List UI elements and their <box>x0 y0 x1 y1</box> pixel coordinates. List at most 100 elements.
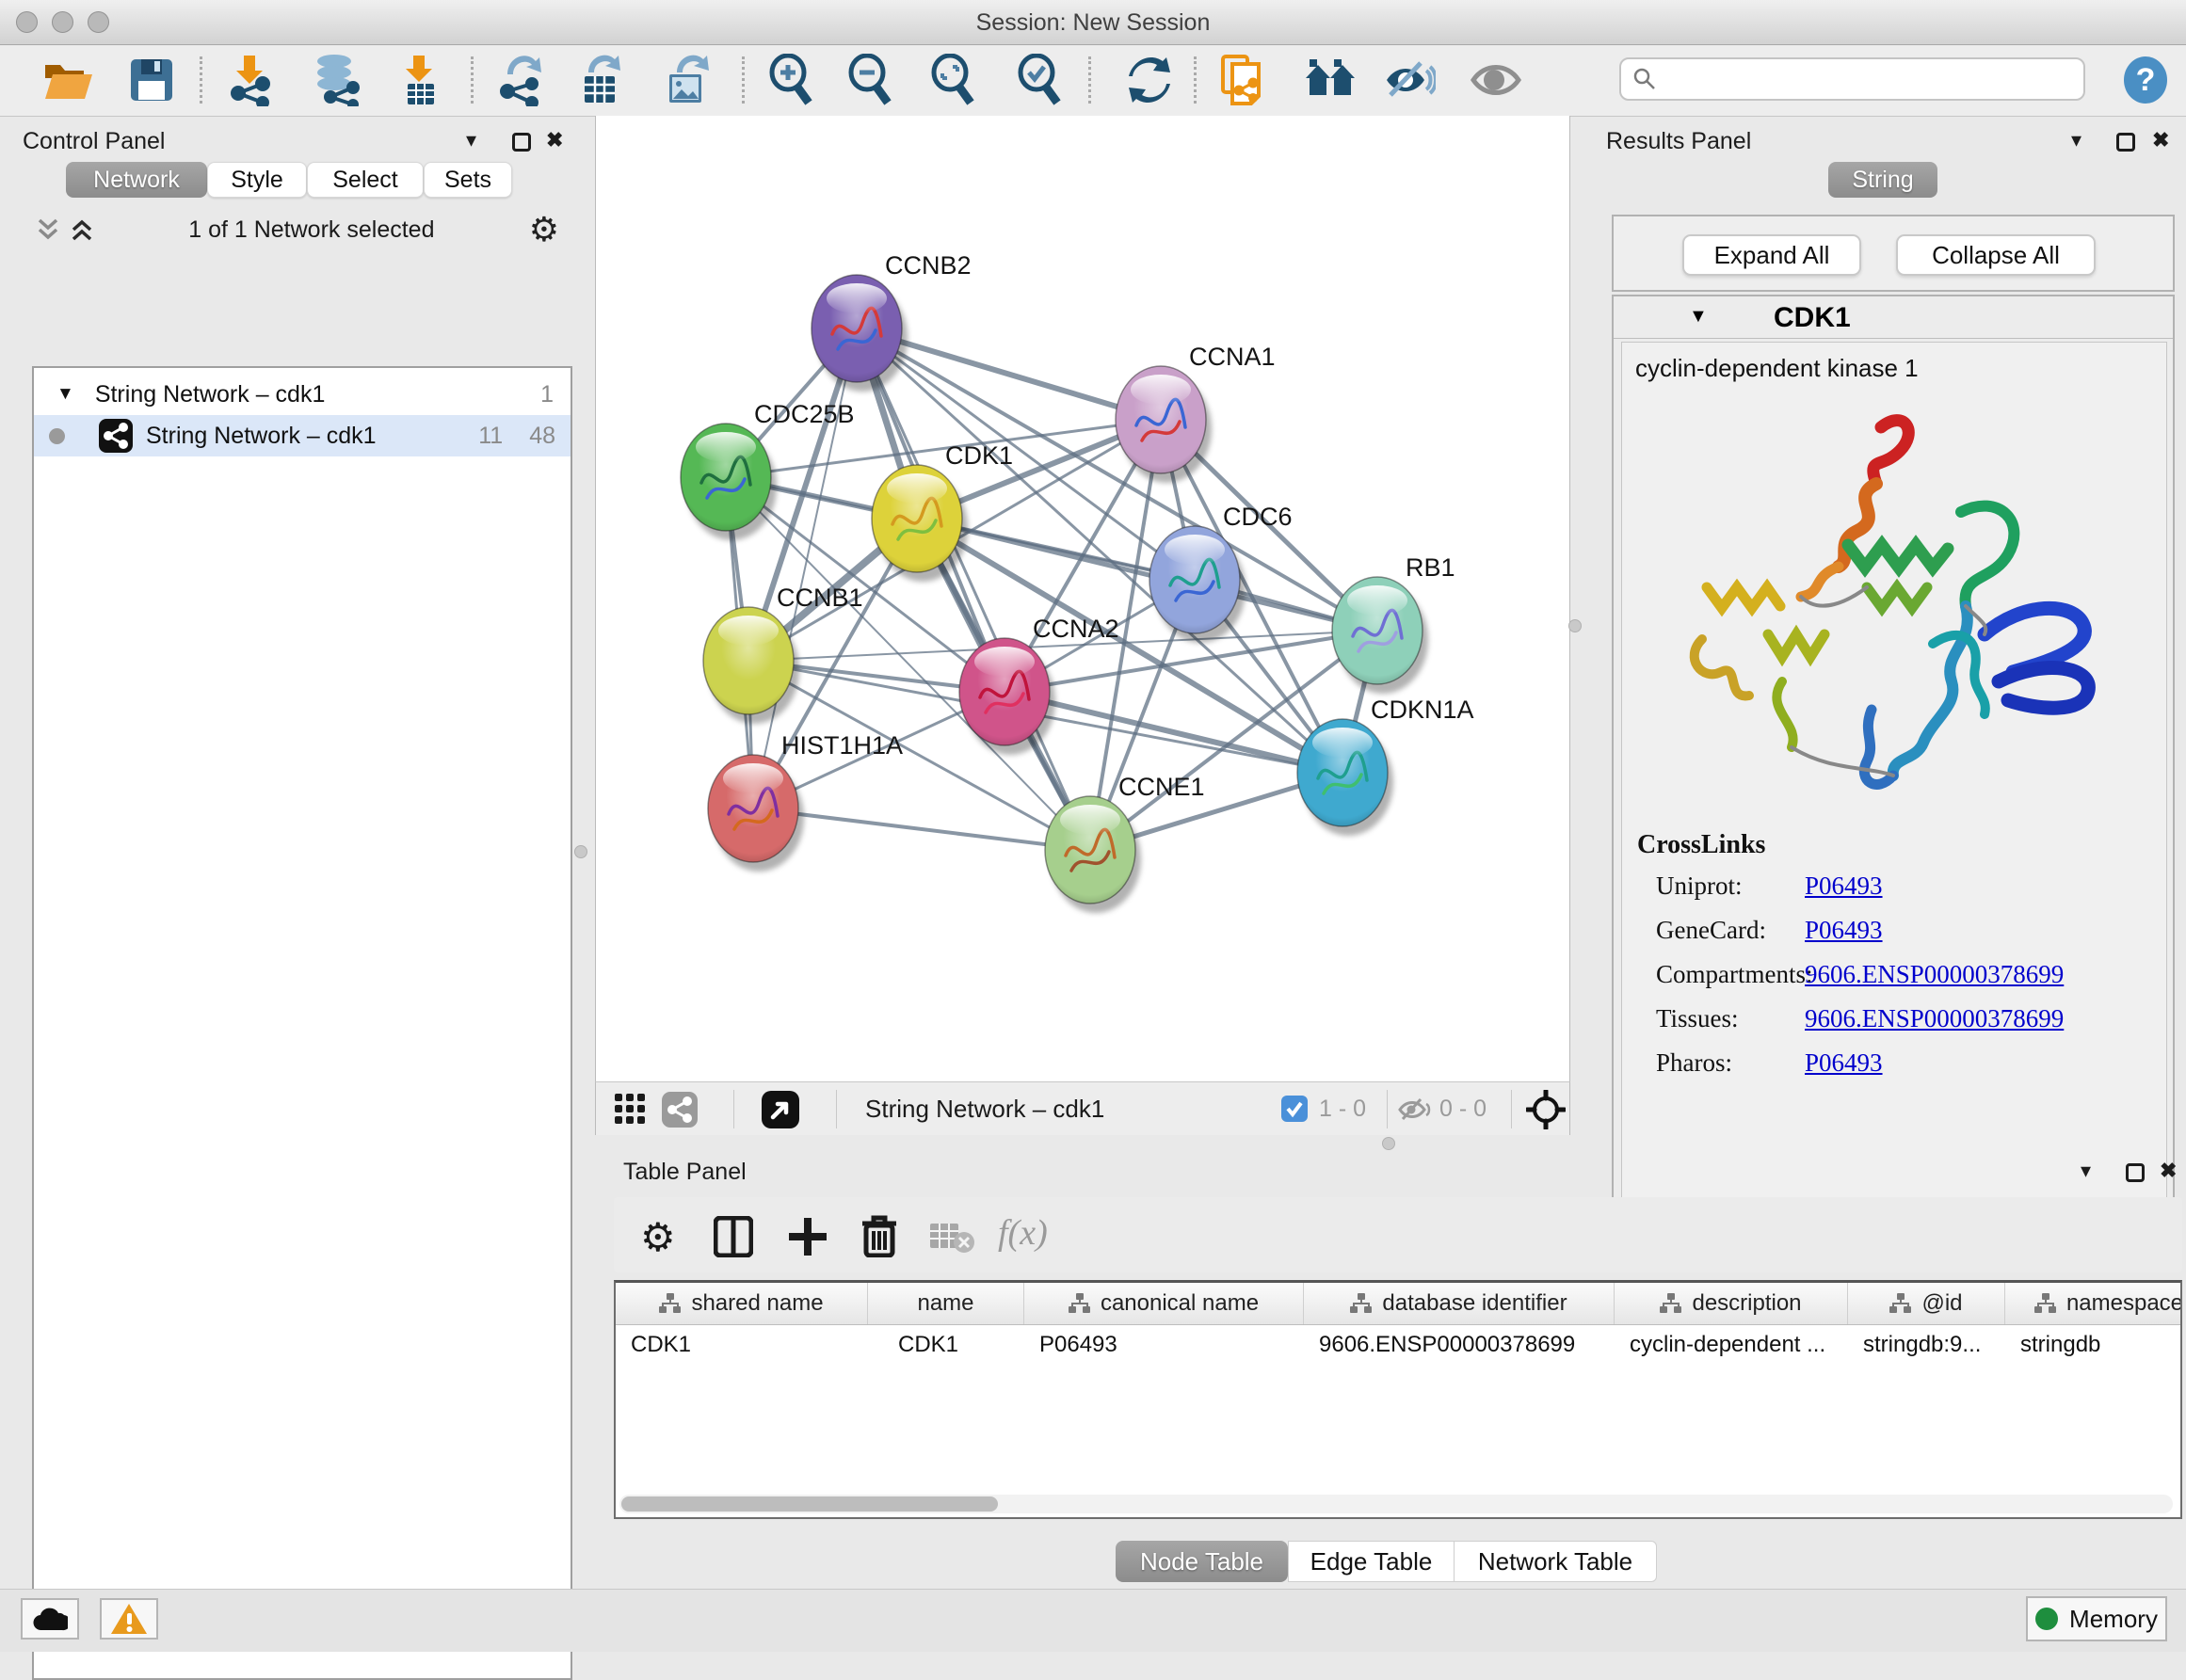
network-node-CDK1[interactable] <box>872 465 968 582</box>
eye-icon[interactable] <box>1469 53 1523 107</box>
tab-node-table[interactable]: Node Table <box>1116 1541 1288 1582</box>
tab-select[interactable]: Select <box>307 162 424 198</box>
zoom-fit-icon[interactable] <box>926 53 981 107</box>
export-image-icon[interactable] <box>659 53 714 107</box>
right-splitter-handle[interactable] <box>1568 619 1582 632</box>
show-columns-icon[interactable] <box>714 1216 753 1262</box>
network-node-CCNA2[interactable] <box>959 638 1055 755</box>
hide-unhide-icon[interactable] <box>1382 53 1437 107</box>
network-collection-row[interactable]: ▼ String Network – cdk1 1 <box>34 374 571 415</box>
column-header[interactable]: canonical name <box>1024 1283 1304 1324</box>
control-panel-collapse-icon[interactable]: ▾ <box>466 128 476 152</box>
results-panel-collapse-icon[interactable]: ▾ <box>2071 128 2082 152</box>
collapse-all-icon[interactable] <box>36 217 60 242</box>
table-panel-collapse-icon[interactable]: ▾ <box>2081 1159 2091 1183</box>
search-box[interactable] <box>1619 57 2085 101</box>
tab-string[interactable]: String <box>1828 162 1937 198</box>
selected-checkbox-icon[interactable] <box>1281 1096 1308 1127</box>
toolbar-separator <box>1088 56 1091 104</box>
help-icon[interactable]: ? <box>2118 53 2173 107</box>
network-node-CCNA1[interactable] <box>1116 366 1212 483</box>
network-node-CDKN1A[interactable] <box>1297 719 1393 836</box>
tab-sets[interactable]: Sets <box>424 162 512 198</box>
left-splitter-handle[interactable] <box>574 845 587 858</box>
table-panel-close-icon[interactable]: ✖ <box>2160 1159 2177 1183</box>
export-network-icon[interactable] <box>493 53 548 107</box>
table-settings-gear-icon[interactable]: ⚙ <box>640 1214 676 1260</box>
delete-column-trash-icon[interactable] <box>860 1214 898 1262</box>
tab-style[interactable]: Style <box>207 162 307 198</box>
export-table-icon[interactable] <box>572 53 627 107</box>
crosslink-value[interactable]: P06493 <box>1805 916 1883 960</box>
cell-namespace[interactable]: stringdb <box>2005 1325 2182 1365</box>
control-panel-close-icon[interactable]: ✖ <box>546 128 563 152</box>
node-result-header[interactable]: ▼ CDK1 <box>1614 296 2173 339</box>
expand-all-button[interactable]: Expand All <box>1682 234 1861 276</box>
search-input[interactable] <box>1657 65 2056 93</box>
tab-network-table[interactable]: Network Table <box>1455 1541 1657 1582</box>
network-edge[interactable] <box>857 328 1090 850</box>
table-scrollbar-thumb[interactable] <box>621 1496 998 1512</box>
column-header[interactable]: shared name <box>616 1283 868 1324</box>
string-view-icon[interactable] <box>662 1092 698 1132</box>
control-panel-float-icon[interactable] <box>512 133 531 152</box>
navigator-icon[interactable] <box>762 1091 799 1133</box>
save-session-icon[interactable] <box>124 53 179 107</box>
network-node-CCNB2[interactable] <box>812 275 908 392</box>
memory-button[interactable]: Memory <box>2026 1596 2167 1641</box>
add-column-icon[interactable] <box>787 1216 828 1262</box>
protein-structure-image[interactable] <box>1650 399 2121 804</box>
expand-all-icon[interactable] <box>70 217 94 242</box>
crosslink-value[interactable]: P06493 <box>1805 872 1883 916</box>
grid-view-icon[interactable] <box>615 1094 647 1130</box>
import-network-from-database-icon[interactable] <box>309 53 363 107</box>
import-network-icon[interactable] <box>222 53 277 107</box>
results-panel-float-icon[interactable] <box>2116 133 2135 152</box>
cloud-button[interactable] <box>21 1598 79 1640</box>
zoom-in-icon[interactable] <box>764 53 819 107</box>
crosslink-value[interactable]: 9606.ENSP00000378699 <box>1805 960 2064 1004</box>
cell-name[interactable]: CDK1 <box>868 1325 1024 1365</box>
cell-database-identifier[interactable]: 9606.ENSP00000378699 <box>1304 1325 1615 1365</box>
results-panel-close-icon[interactable]: ✖ <box>2152 128 2169 152</box>
cell-canonical-name[interactable]: P06493 <box>1024 1325 1304 1365</box>
network-node-HIST1H1A[interactable] <box>708 755 804 872</box>
home-icon[interactable] <box>1303 53 1358 107</box>
refresh-icon[interactable] <box>1122 53 1177 107</box>
network-node-RB1[interactable] <box>1332 577 1428 694</box>
duplicate-network-icon[interactable] <box>1216 53 1271 107</box>
delete-table-icon[interactable] <box>930 1220 975 1258</box>
crosslink-value[interactable]: 9606.ENSP00000378699 <box>1805 1004 2064 1048</box>
crosshair-icon[interactable] <box>1526 1090 1566 1134</box>
zoom-selected-icon[interactable] <box>1013 53 1068 107</box>
table-panel-float-icon[interactable] <box>2126 1163 2145 1182</box>
network-node-CCNE1[interactable] <box>1045 796 1141 913</box>
cell-id[interactable]: stringdb:9... <box>1848 1325 2005 1365</box>
collapse-all-button[interactable]: Collapse All <box>1896 234 2096 276</box>
column-header[interactable]: description <box>1615 1283 1848 1324</box>
open-file-icon[interactable] <box>41 53 96 107</box>
crosslink-value[interactable]: P06493 <box>1805 1048 1883 1093</box>
column-header[interactable]: namespace <box>2005 1283 2182 1324</box>
function-builder-icon[interactable]: f(x) <box>998 1212 1048 1254</box>
network-canvas[interactable]: CCNB2CCNA1CDC25BCDK1CDC6RB1CCNB1CCNA2CDK… <box>595 116 1570 1081</box>
network-row-selected[interactable]: String Network – cdk1 11 48 <box>34 415 571 456</box>
network-node-CCNB1[interactable] <box>703 607 799 724</box>
network-options-gear-icon[interactable]: ⚙ <box>529 210 559 249</box>
result-collapse-icon[interactable]: ▼ <box>1689 306 1708 328</box>
warnings-button[interactable] <box>100 1598 158 1640</box>
import-table-icon[interactable] <box>392 53 446 107</box>
hidden-eye-icon[interactable] <box>1398 1096 1432 1128</box>
network-edge[interactable] <box>917 519 1377 631</box>
zoom-out-icon[interactable] <box>844 53 898 107</box>
column-header[interactable]: database identifier <box>1304 1283 1615 1324</box>
cell-shared-name[interactable]: CDK1 <box>616 1325 868 1365</box>
cell-description[interactable]: cyclin-dependent ... <box>1615 1325 1848 1365</box>
network-node-CDC25B[interactable] <box>681 424 777 540</box>
tab-network[interactable]: Network <box>66 162 207 198</box>
tree-expand-icon[interactable]: ▼ <box>56 384 74 405</box>
tab-edge-table[interactable]: Edge Table <box>1288 1541 1455 1582</box>
table-row[interactable]: CDK1 CDK1 P06493 9606.ENSP00000378699 cy… <box>616 1325 2180 1365</box>
column-header[interactable]: @id <box>1848 1283 2005 1324</box>
column-header[interactable]: name <box>868 1283 1024 1324</box>
